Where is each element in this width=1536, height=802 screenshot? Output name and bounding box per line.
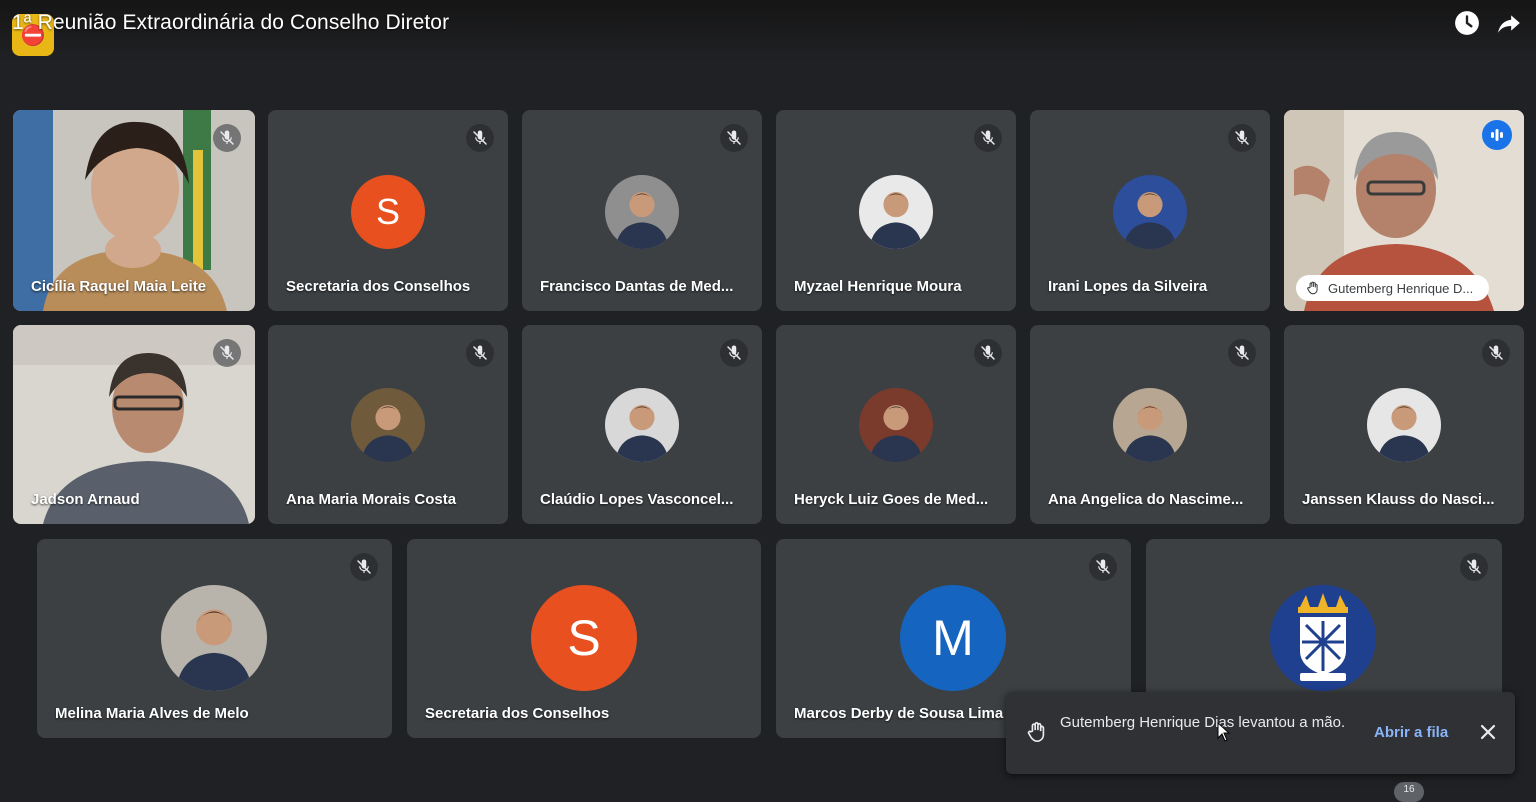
participant-tile[interactable]: Heryck Luiz Goes de Med...: [776, 325, 1016, 524]
muted-mic-icon: [466, 339, 494, 367]
participant-tile[interactable]: Myzael Henrique Moura: [776, 110, 1016, 311]
participant-avatar: [1113, 388, 1187, 462]
participant-avatar: [1113, 175, 1187, 249]
participant-avatar: [351, 388, 425, 462]
raised-hand-icon: [1027, 722, 1045, 742]
mouse-cursor-icon: [1217, 722, 1231, 742]
participant-avatar: S: [531, 585, 637, 691]
participant-avatar: S: [351, 175, 425, 249]
raised-hand-notification: Gutemberg Henrique Dias levantou a mão. …: [1006, 692, 1515, 774]
close-notification-button[interactable]: [1476, 720, 1500, 744]
muted-mic-icon: [350, 553, 378, 581]
muted-mic-icon: [1482, 339, 1510, 367]
muted-mic-icon: [213, 339, 241, 367]
muted-mic-icon: [1228, 124, 1256, 152]
participant-avatar: [859, 175, 933, 249]
muted-mic-icon: [1089, 553, 1117, 581]
participant-tile[interactable]: Claúdio Lopes Vasconcel...: [522, 325, 762, 524]
participant-name: Marcos Derby de Sousa Lima: [794, 705, 1004, 722]
participant-name: Myzael Henrique Moura: [794, 278, 962, 295]
participant-tile-speaking[interactable]: Gutemberg Henrique D...: [1284, 110, 1524, 311]
muted-mic-icon: [466, 124, 494, 152]
participant-avatar: [859, 388, 933, 462]
participant-tile[interactable]: Ana Maria Morais Costa: [268, 325, 508, 524]
open-queue-button[interactable]: Abrir a fila: [1374, 724, 1448, 741]
participant-tile[interactable]: Jadson Arnaud: [13, 325, 255, 524]
participant-name: Irani Lopes da Silveira: [1048, 278, 1208, 295]
muted-mic-icon: [720, 339, 748, 367]
participant-tile[interactable]: Francisco Dantas de Med...: [522, 110, 762, 311]
close-icon: [1480, 724, 1496, 740]
participant-avatar: [1367, 388, 1441, 462]
watch-later-icon[interactable]: [1452, 8, 1482, 38]
participant-name: Melina Maria Alves de Melo: [55, 705, 249, 722]
participant-name: Francisco Dantas de Med...: [540, 278, 734, 295]
muted-mic-icon: [213, 124, 241, 152]
muted-mic-icon: [1228, 339, 1256, 367]
participant-tile[interactable]: S Secretaria dos Conselhos: [407, 539, 761, 738]
participant-avatar: [161, 585, 267, 691]
muted-mic-icon: [974, 339, 1002, 367]
participant-tile[interactable]: Janssen Klauss do Nasci...: [1284, 325, 1524, 524]
participant-tile[interactable]: Irani Lopes da Silveira: [1030, 110, 1270, 311]
muted-mic-icon: [1460, 553, 1488, 581]
participant-name: Gutemberg Henrique D...: [1328, 280, 1474, 296]
muted-mic-icon: [720, 124, 748, 152]
participant-tile[interactable]: Ana Angelica do Nascime...: [1030, 325, 1270, 524]
participant-name: Janssen Klauss do Nasci...: [1302, 491, 1495, 508]
participant-count-badge[interactable]: 16: [1394, 782, 1424, 802]
top-bar: ⛔ 1ª Reunião Extraordinária do Conselho …: [0, 0, 1536, 60]
participant-name-pill: Gutemberg Henrique D...: [1296, 275, 1490, 301]
participant-tile[interactable]: Melina Maria Alves de Melo: [37, 539, 392, 738]
participant-name: Ana Maria Morais Costa: [286, 491, 457, 508]
institution-emblem: [1270, 585, 1376, 691]
participant-name: Ana Angelica do Nascime...: [1048, 491, 1244, 508]
participant-tile[interactable]: S Secretaria dos Conselhos: [268, 110, 508, 311]
participant-name: Secretaria dos Conselhos: [286, 278, 471, 295]
video-title: 1ª Reunião Extraordinária do Conselho Di…: [12, 11, 450, 34]
participant-avatar: [605, 388, 679, 462]
participant-tile[interactable]: Cicília Raquel Maia Leite: [13, 110, 255, 311]
speaking-indicator-icon: [1482, 120, 1512, 150]
participant-name: Cicília Raquel Maia Leite: [31, 278, 207, 295]
muted-mic-icon: [974, 124, 1002, 152]
participant-avatar: [605, 175, 679, 249]
participant-name: Secretaria dos Conselhos: [425, 705, 610, 722]
participant-name: Jadson Arnaud: [31, 491, 140, 508]
raised-hand-icon: [1307, 281, 1318, 295]
participant-avatar: M: [900, 585, 1006, 691]
participant-name: Claúdio Lopes Vasconcel...: [540, 491, 734, 508]
share-icon[interactable]: [1494, 8, 1524, 38]
notification-message: Gutemberg Henrique Dias levantou a mão.: [1060, 714, 1346, 731]
participant-name: Heryck Luiz Goes de Med...: [794, 491, 989, 508]
